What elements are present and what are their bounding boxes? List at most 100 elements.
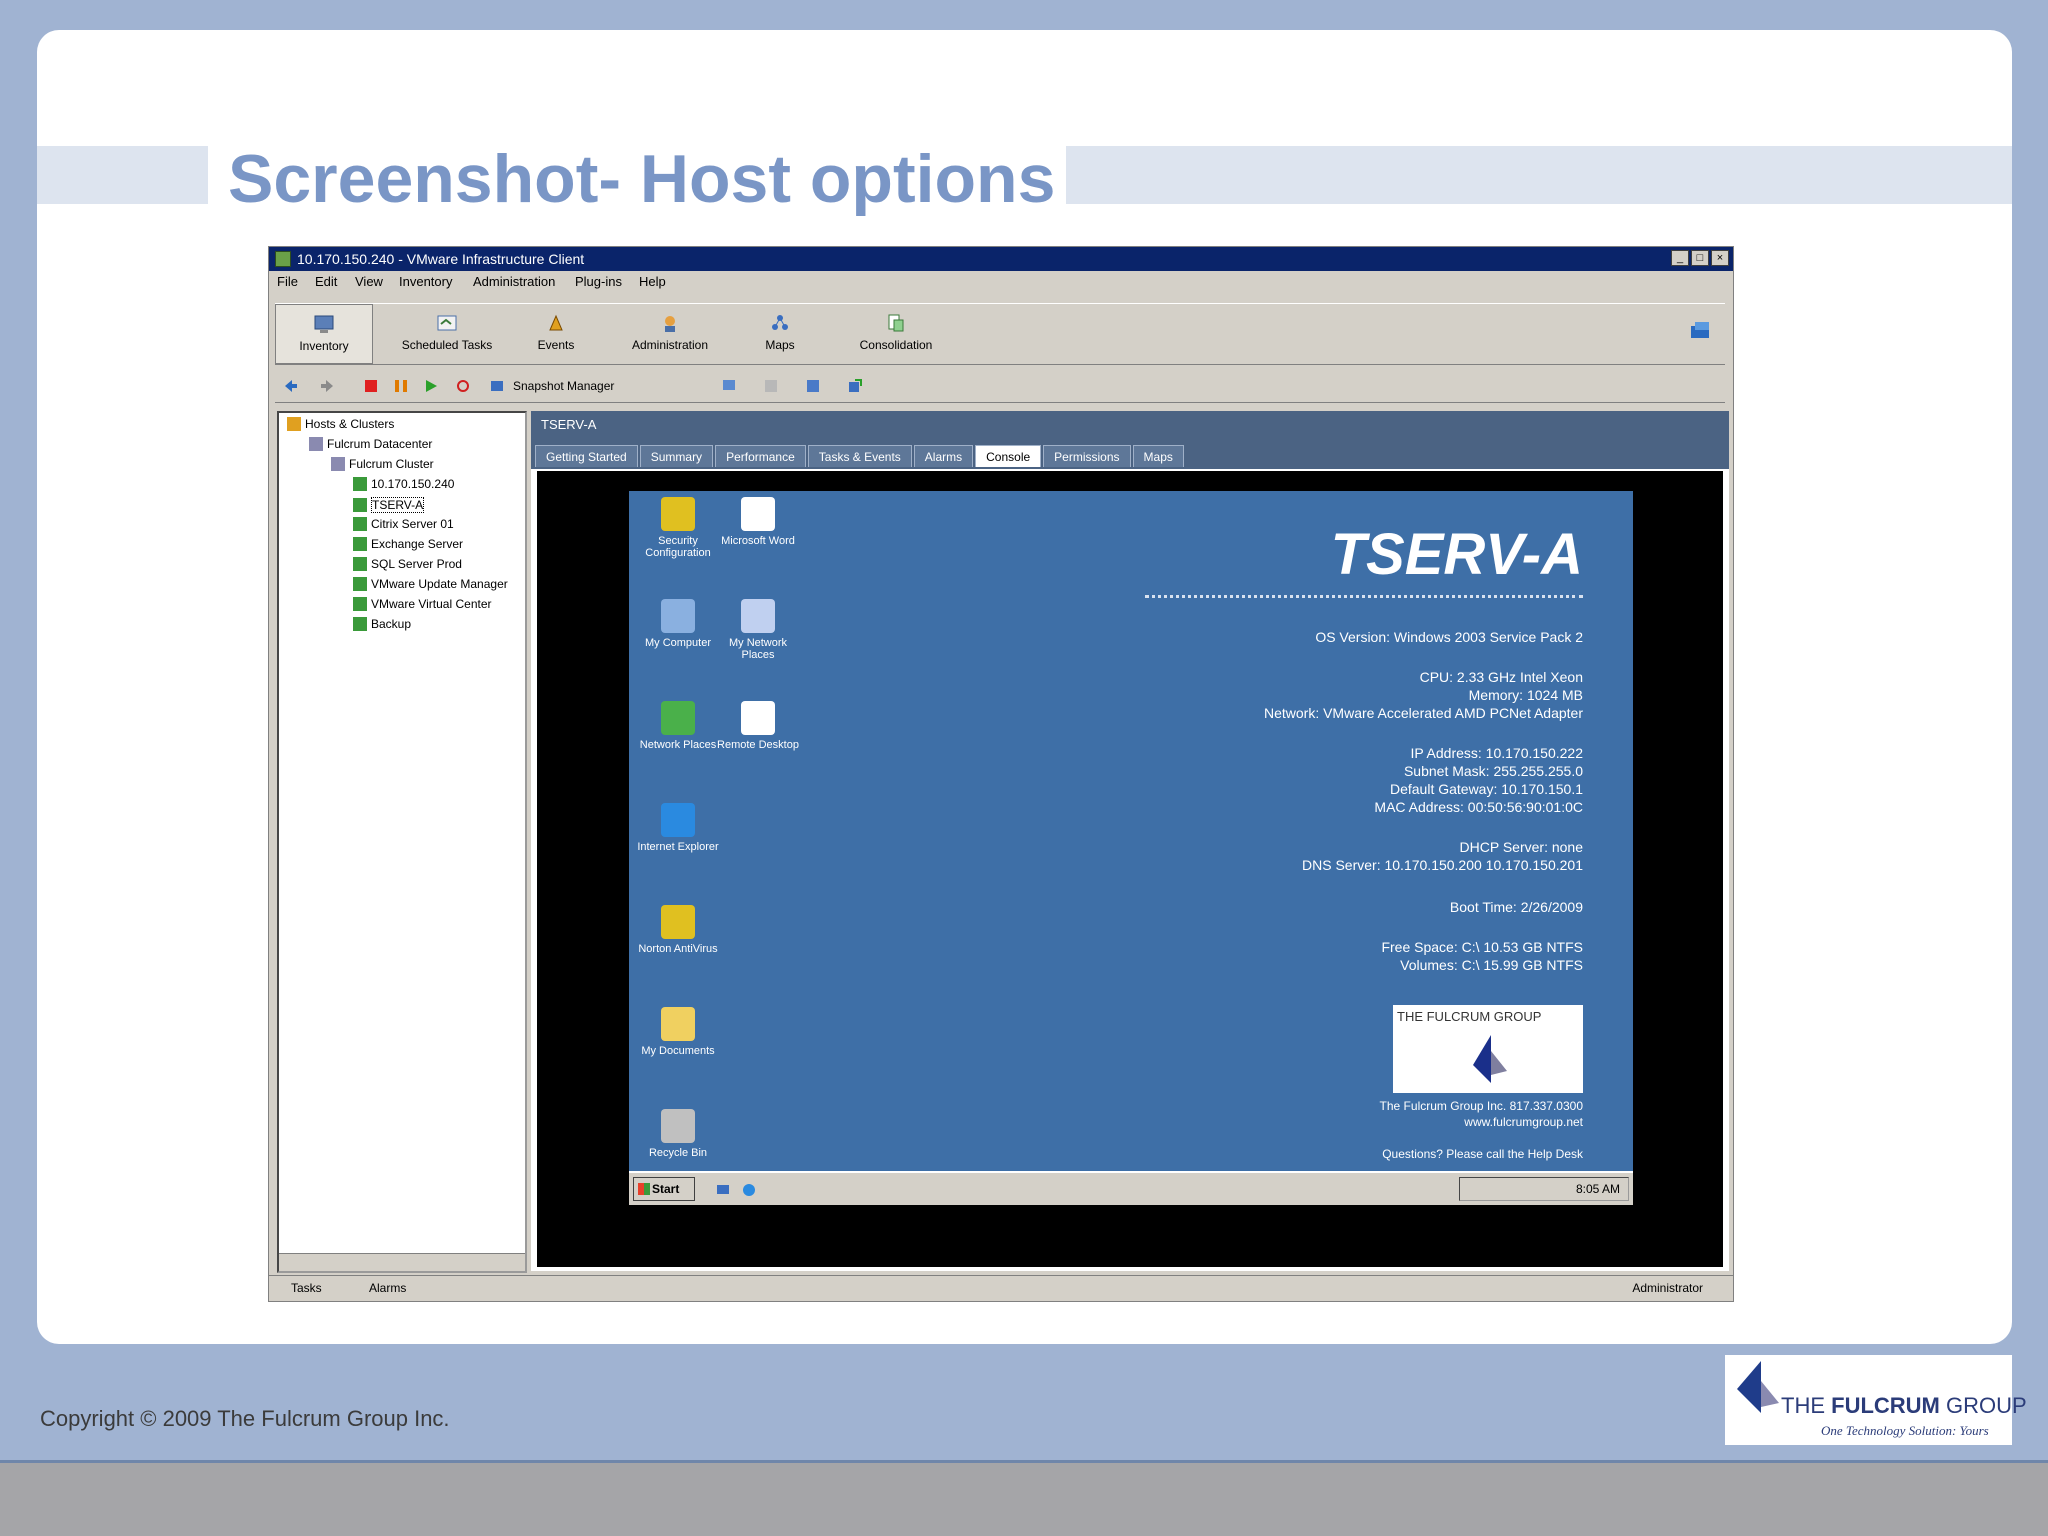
tab-console[interactable]: Console	[975, 445, 1042, 467]
tab-summary[interactable]: Summary	[639, 445, 714, 467]
menu-edit[interactable]: Edit	[315, 274, 337, 289]
vmware-logo-icon	[1691, 322, 1709, 338]
close-button[interactable]: ×	[1711, 250, 1729, 266]
events-button[interactable]: Events	[521, 304, 591, 364]
power-off-icon[interactable]	[363, 378, 379, 394]
tree-item[interactable]: Exchange Server	[353, 537, 463, 551]
security-configuration-icon	[661, 497, 695, 531]
menu-view[interactable]: View	[355, 274, 383, 289]
bginfo-line: DNS Server: 10.170.150.200 10.170.150.20…	[1302, 857, 1583, 873]
tree-item[interactable]: Hosts & Clusters	[287, 417, 394, 431]
tree-item[interactable]: Fulcrum Datacenter	[309, 437, 432, 451]
tab-getting-started[interactable]: Getting Started	[535, 445, 638, 467]
tab-maps[interactable]: Maps	[1132, 445, 1184, 467]
consolidation-button[interactable]: Consolidation	[841, 304, 951, 364]
suspend-icon[interactable]	[393, 378, 409, 394]
snapshot-manager-label[interactable]: Snapshot Manager	[513, 379, 614, 393]
power-on-icon[interactable]	[423, 378, 439, 394]
desktop-icon[interactable]: My Network Places	[713, 599, 803, 661]
clock: 8:05 AM	[1575, 1182, 1620, 1196]
bginfo-line: Free Space: C:\ 10.53 GB NTFS	[1381, 939, 1583, 955]
consolidation-icon	[888, 314, 904, 332]
tab-performance[interactable]: Performance	[715, 445, 806, 467]
tree-scrollbar[interactable]	[279, 1253, 525, 1271]
tree-item[interactable]: VMware Update Manager	[353, 577, 508, 591]
desktop-icon[interactable]: Recycle Bin	[633, 1109, 723, 1159]
vm-panel: TSERV-A Getting Started Summary Performanc…	[531, 411, 1729, 1271]
desktop-icon[interactable]: My Computer	[633, 599, 723, 649]
tab-alarms[interactable]: Alarms	[913, 445, 974, 467]
tree-item[interactable]: VMware Virtual Center	[353, 597, 492, 611]
menu-file[interactable]: File	[277, 274, 298, 289]
show-desktop-icon[interactable]	[715, 1182, 731, 1198]
datacenter-icon	[309, 437, 323, 451]
vm-console[interactable]: Security Configuration Microsoft Word My C…	[537, 471, 1723, 1267]
menu-plugins[interactable]: Plug-ins	[575, 274, 622, 289]
app-icon	[275, 251, 291, 267]
microsoft-word-icon	[741, 497, 775, 531]
my-network-places-icon	[741, 599, 775, 633]
menu-inventory[interactable]: Inventory	[399, 274, 452, 289]
bginfo-line: Volumes: C:\ 15.99 GB NTFS	[1400, 957, 1583, 973]
desktop-icon[interactable]: Remote Desktop	[713, 701, 803, 751]
fullscreen-icon[interactable]	[805, 378, 821, 394]
bginfo-line: Default Gateway: 10.170.150.1	[1389, 781, 1583, 797]
scheduled-tasks-button[interactable]: Scheduled Tasks	[387, 304, 507, 364]
guest-taskbar: Start 8:05 AM	[629, 1171, 1633, 1205]
inventory-icon	[314, 315, 334, 333]
desktop-icon[interactable]: Network Places	[633, 701, 723, 751]
tree-item[interactable]: 10.170.150.240	[353, 477, 454, 491]
scheduled-tasks-icon	[437, 315, 457, 331]
vm-icon	[353, 597, 367, 611]
forward-arrow-icon[interactable]	[319, 378, 335, 394]
desktop-icon[interactable]: Norton AntiVirus	[633, 905, 723, 955]
disabled-icon[interactable]	[763, 378, 779, 394]
tasks-status[interactable]: Tasks	[291, 1281, 322, 1295]
tree-item[interactable]: Backup	[353, 617, 411, 631]
desktop-icon[interactable]: Internet Explorer	[633, 803, 723, 853]
tree-item[interactable]: Citrix Server 01	[353, 517, 454, 531]
snapshot-icon[interactable]	[489, 378, 505, 394]
tree-item[interactable]: Fulcrum Cluster	[331, 457, 434, 471]
maps-button[interactable]: Maps	[745, 304, 815, 364]
bginfo-line: Network: VMware Accelerated AMD PCNet Ad…	[1263, 705, 1583, 721]
fulcrum-logo-icon	[1473, 1035, 1507, 1083]
bginfo-line: CPU: 2.33 GHz Intel Xeon	[1419, 669, 1583, 685]
maximize-button[interactable]: □	[1691, 250, 1709, 266]
vm-icon	[353, 537, 367, 551]
tab-tasks-events[interactable]: Tasks & Events	[807, 445, 912, 467]
bginfo-line: Boot Time: 2/26/2009	[1449, 899, 1583, 915]
desktop-icon[interactable]: My Documents	[633, 1007, 723, 1057]
menu-administration[interactable]: Administration	[473, 274, 555, 289]
tab-permissions[interactable]: Permissions	[1043, 445, 1131, 467]
panel-host-name: TSERV-A	[541, 417, 597, 432]
system-tray: 8:05 AM	[1459, 1177, 1629, 1201]
panel-header: TSERV-A Getting Started Summary Performanc…	[531, 411, 1729, 469]
bginfo-line: IP Address: 10.170.150.222	[1410, 745, 1583, 761]
bginfo-line: Subnet Mask: 255.255.255.0	[1403, 763, 1583, 779]
events-icon	[549, 314, 563, 331]
vm-icon	[353, 477, 367, 491]
console-icon[interactable]	[721, 378, 737, 394]
alarms-status[interactable]: Alarms	[369, 1281, 406, 1295]
vmware-client-window: 10.170.150.240 - VMware Infrastructure C…	[268, 246, 1734, 1302]
migrate-icon[interactable]	[847, 378, 863, 394]
window-title: 10.170.150.240 - VMware Infrastructure C…	[297, 251, 585, 267]
remote-desktop-icon	[741, 701, 775, 735]
guest-desktop[interactable]: Security Configuration Microsoft Word My C…	[629, 491, 1633, 1205]
tree-item[interactable]: SQL Server Prod	[353, 557, 462, 571]
reset-icon[interactable]	[455, 378, 471, 394]
vm-toolbar: Snapshot Manager	[275, 369, 1725, 403]
desktop-icon[interactable]: Security Configuration	[633, 497, 723, 559]
minimize-button[interactable]: _	[1671, 250, 1689, 266]
tree-item[interactable]: TSERV-A	[353, 497, 425, 513]
fulcrum-logo-mark-icon	[1737, 1361, 1779, 1413]
administration-button[interactable]: Administration	[615, 304, 725, 364]
start-button[interactable]: Start	[633, 1177, 695, 1201]
back-arrow-icon[interactable]	[283, 378, 299, 394]
inventory-button[interactable]: Inventory	[275, 304, 373, 364]
desktop-icon[interactable]: Microsoft Word	[713, 497, 803, 547]
menu-help[interactable]: Help	[639, 274, 666, 289]
ie-quicklaunch-icon[interactable]	[741, 1182, 757, 1198]
logo-wordmark: THE FULCRUM GROUP	[1781, 1393, 2027, 1418]
